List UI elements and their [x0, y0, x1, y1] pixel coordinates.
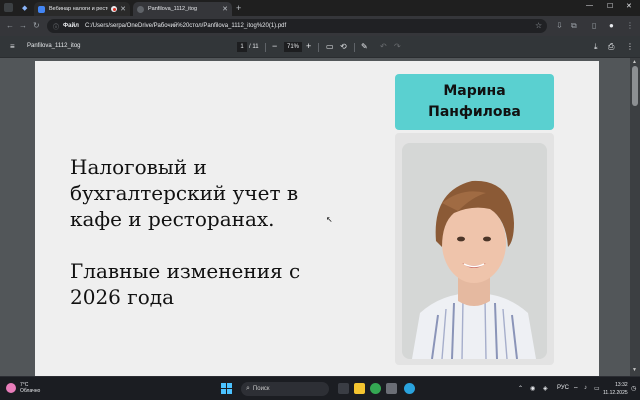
- clock-date: 11.12.2025: [603, 390, 628, 396]
- tab-pdf[interactable]: Panfilova_1112_itog ✕: [133, 2, 232, 16]
- battery-icon[interactable]: ▭: [594, 385, 600, 392]
- tray-app-icon[interactable]: ◉: [530, 385, 535, 392]
- close-tab-icon[interactable]: ✕: [120, 5, 126, 13]
- webinar-favicon-icon: [38, 5, 45, 13]
- speaker-first-name: Марина: [443, 83, 506, 99]
- redo-icon[interactable]: ↷: [394, 42, 401, 51]
- pdf-toolbar: ≡ Panfilova_1112_itog 1 / 11 − 71% + ▭ ⟲…: [0, 36, 640, 58]
- network-icon[interactable]: ⌔: [573, 385, 579, 393]
- speaker-portrait: [402, 143, 547, 359]
- tray-app-icon[interactable]: ◈: [543, 385, 548, 392]
- address-bar: ← → ↻ ⓘ Файл C:/Users/serpa/OneDrive/Раб…: [0, 16, 640, 36]
- taskbar-search[interactable]: ⌕ Поиск: [241, 382, 329, 396]
- zoom-input[interactable]: 71%: [284, 42, 302, 52]
- back-icon[interactable]: ←: [6, 21, 14, 30]
- slide-subheading: Главные изменения с 2026 года: [70, 258, 340, 310]
- heading-line: бухгалтерский учет в: [70, 181, 299, 205]
- slide-heading: Налоговый и бухгалтерский учет в кафе и …: [70, 154, 340, 232]
- windows-taskbar: 7°C Облачно ⌕ Поиск ⌃ ◉ ◈ РУС ⌔ ♪ ▭ 13:3…: [0, 376, 640, 400]
- new-tab-button[interactable]: +: [236, 3, 241, 13]
- menu-dots-icon[interactable]: ⋮: [626, 21, 634, 30]
- clock-time: 13:32: [615, 382, 628, 388]
- recording-icon: [111, 6, 118, 12]
- search-placeholder: Поиск: [252, 386, 270, 392]
- pdf-viewer[interactable]: Налоговый и бухгалтерский учет в кафе и …: [0, 58, 640, 379]
- weather-desc: Облачно: [20, 388, 41, 394]
- start-button[interactable]: [221, 383, 232, 394]
- subheading-line: Главные изменения с: [70, 259, 301, 283]
- heading-line: Налоговый и: [70, 155, 207, 179]
- scroll-down-icon[interactable]: ▼: [632, 367, 637, 373]
- speaker-photo: [402, 143, 547, 359]
- subheading-line: 2026 года: [70, 285, 175, 309]
- profile-icon[interactable]: [4, 3, 13, 12]
- language-indicator[interactable]: РУС: [557, 385, 569, 391]
- fit-page-icon[interactable]: ▭: [326, 42, 334, 51]
- windows-logo-icon: [221, 383, 226, 388]
- toolbar-divider: [354, 43, 355, 52]
- pdf-document-title: Panfilova_1112_itog: [27, 43, 81, 49]
- minimize-icon[interactable]: —: [586, 2, 593, 9]
- weather-widget[interactable]: 7°C Облачно: [6, 382, 40, 394]
- toolbar-divider: [318, 43, 319, 52]
- speaker-name-card: Марина Панфилова: [395, 74, 554, 130]
- calculator-icon[interactable]: [386, 383, 397, 394]
- profile-avatar-icon[interactable]: ●: [609, 21, 614, 30]
- file-scheme-label: Файл: [63, 23, 79, 29]
- pdf-favicon-icon: [137, 5, 144, 13]
- mouse-cursor-icon: ↖: [326, 215, 333, 224]
- page-number-input[interactable]: 1: [237, 42, 247, 52]
- info-icon[interactable]: ⓘ: [53, 22, 59, 31]
- pdf-page: Налоговый и бухгалтерский учет в кафе и …: [35, 61, 599, 379]
- rotate-icon[interactable]: ⟲: [340, 42, 347, 51]
- tab-search-icon[interactable]: ◆: [22, 4, 27, 12]
- file-explorer-icon[interactable]: [354, 383, 365, 394]
- hamburger-menu-icon[interactable]: ≡: [10, 42, 15, 51]
- page-total: / 11: [249, 44, 259, 50]
- undo-icon[interactable]: ↶: [380, 42, 387, 51]
- url-text: C:/Users/serpa/OneDrive/Рабочий%20стол/P…: [84, 23, 287, 29]
- pdf-download-icon[interactable]: ⤓: [594, 42, 598, 52]
- zoom-out-button[interactable]: −: [272, 41, 277, 51]
- extensions-icon[interactable]: ⧉: [571, 21, 577, 31]
- url-input[interactable]: ⓘ Файл C:/Users/serpa/OneDrive/Рабочий%2…: [47, 19, 547, 33]
- print-icon[interactable]: ⎙: [608, 42, 614, 52]
- task-view-icon[interactable]: [338, 383, 349, 394]
- zoom-in-button[interactable]: +: [306, 41, 311, 51]
- search-icon: ⌕: [246, 385, 250, 392]
- notifications-icon[interactable]: ◷: [631, 385, 636, 392]
- annotate-icon[interactable]: ✎: [361, 42, 368, 51]
- weather-text: 7°C Облачно: [20, 382, 40, 394]
- system-clock[interactable]: 13:32 11.12.2025: [603, 381, 628, 397]
- scrollbar-thumb[interactable]: [632, 66, 638, 106]
- sidebar-icon[interactable]: ▯: [592, 21, 596, 30]
- speaker-last-name: Панфилова: [428, 104, 521, 120]
- heading-line: кафе и ресторанах.: [70, 207, 275, 231]
- tray-chevron-icon[interactable]: ⌃: [518, 385, 523, 392]
- scroll-up-icon[interactable]: ▲: [632, 59, 637, 65]
- weather-icon: [6, 383, 16, 393]
- telegram-icon[interactable]: [404, 383, 415, 394]
- more-options-icon[interactable]: ⋮: [626, 42, 634, 51]
- volume-icon[interactable]: ♪: [584, 385, 587, 391]
- forward-icon[interactable]: →: [19, 21, 27, 30]
- download-icon[interactable]: ⇩: [556, 21, 563, 30]
- chrome-icon[interactable]: [370, 383, 381, 394]
- close-window-icon[interactable]: ✕: [626, 2, 632, 10]
- tab-title: Panfilova_1112_itog: [148, 6, 198, 12]
- tab-title: Вебинар налоги и рестор: [49, 6, 109, 12]
- bookmark-star-icon[interactable]: ☆: [535, 21, 542, 30]
- reload-icon[interactable]: ↻: [33, 21, 40, 30]
- maximize-icon[interactable]: ☐: [607, 2, 613, 10]
- close-tab-icon[interactable]: ✕: [222, 5, 228, 13]
- tab-webinar[interactable]: Вебинар налоги и рестор ✕: [34, 2, 130, 16]
- toolbar-divider: [265, 43, 266, 52]
- browser-tab-strip: ◆ Вебинар налоги и рестор ✕ Panfilova_11…: [0, 0, 640, 16]
- vertical-scrollbar[interactable]: ▲ ▼: [630, 58, 640, 376]
